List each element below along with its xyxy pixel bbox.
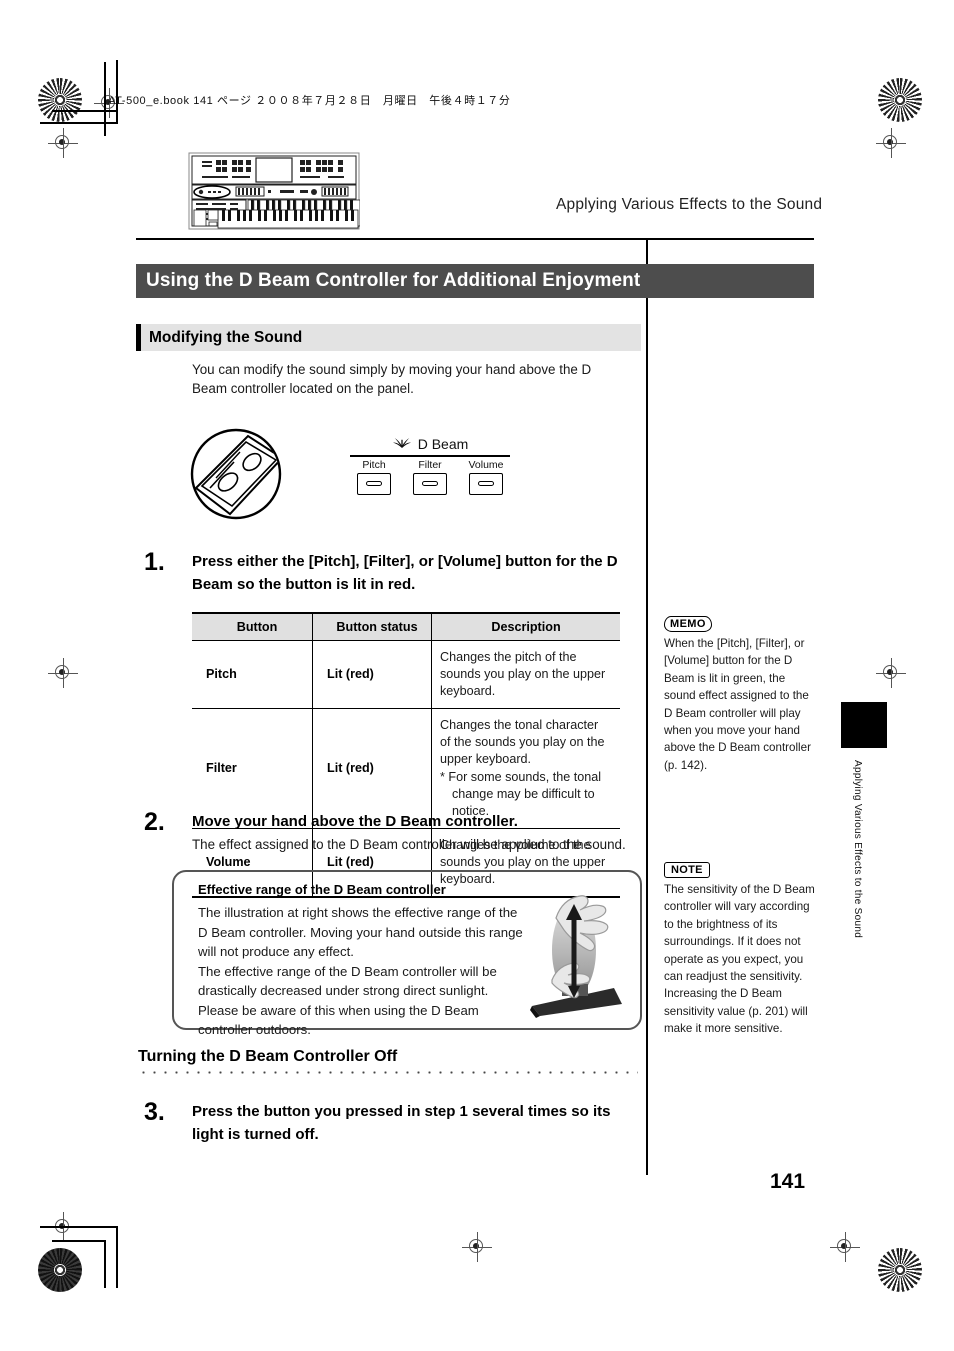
hand-over-dbeam-illustration	[522, 888, 630, 1020]
trim-line-top-left-v	[116, 60, 118, 122]
section-heading: Modifying the Sound	[149, 328, 303, 346]
memo-callout: MEMO When the [Pitch], [Filter], or [Vol…	[664, 614, 816, 774]
registration-mark-top-right	[876, 128, 906, 158]
registration-mark-middle-left	[48, 658, 78, 688]
table-cell-description-text: Changes the pitch of the sounds you play…	[440, 650, 606, 698]
dbeam-button-volume-icon[interactable]	[469, 472, 503, 495]
registration-mark-top-left-lower	[48, 128, 78, 158]
dbeam-button-volume[interactable]: Volume	[462, 459, 510, 495]
book-file-header: AT-500_e.book 141 ページ ２００８年７月２８日 月曜日 午後４…	[108, 95, 511, 107]
dbeam-panel: D Beam Pitch Filter Volume	[350, 436, 510, 495]
running-header: Applying Various Effects to the Sound	[556, 196, 823, 213]
column-divider	[646, 240, 648, 1175]
edge-thumb-tab-label: Applying Various Effects to the Sound	[852, 760, 863, 939]
print-star-target-bottom-right	[878, 1248, 922, 1292]
section-heading-band: Modifying the Sound	[136, 324, 641, 351]
header-rule	[136, 238, 814, 240]
registration-mark-bottom-center	[462, 1232, 492, 1262]
dbeam-figure: D Beam Pitch Filter Volume	[190, 428, 510, 528]
step-1-title: Press either the [Pitch], [Filter], or […	[192, 553, 618, 593]
dbeam-button-pitch-icon[interactable]	[357, 472, 391, 495]
trim-line-bottom-left-h2	[52, 1240, 106, 1242]
dbeam-logo-label: D Beam	[417, 436, 469, 452]
step-3-title: Press the button you pressed in step 1 s…	[192, 1103, 611, 1143]
subsection-heading: Turning the D Beam Controller Off	[138, 1048, 398, 1065]
step-1: 1. Press either the [Pitch], [Filter], o…	[144, 550, 634, 596]
print-star-target-bottom-left	[38, 1248, 82, 1292]
effective-range-title: Effective range of the D Beam controller	[198, 882, 446, 897]
note-callout: NOTE The sensitivity of the D Beam contr…	[664, 860, 816, 1038]
dbeam-button-pitch[interactable]: Pitch	[350, 459, 398, 495]
trim-line-bottom-left-h	[40, 1226, 118, 1228]
dbeam-logo-row: D Beam	[350, 436, 510, 452]
table-cell-description-text: Changes the tonal character of the sound…	[440, 718, 605, 766]
dbeam-button-filter-icon[interactable]	[413, 472, 447, 495]
dbeam-button-filter[interactable]: Filter	[406, 459, 454, 495]
dotted-rule	[138, 1071, 638, 1074]
note-text: The sensitivity of the D Beam controller…	[664, 883, 815, 1036]
print-star-target-top-left	[38, 78, 82, 122]
table-cell-button: Pitch	[192, 640, 313, 709]
trim-line-bottom-left-v2	[104, 1240, 106, 1288]
dbeam-rule	[350, 455, 510, 457]
registration-mark-middle-right	[876, 658, 906, 688]
step-2-title: Move your hand above the D Beam controll…	[192, 813, 518, 830]
step-1-number: 1.	[144, 548, 165, 576]
chapter-title-bar: Using the D Beam Controller for Addition…	[136, 264, 814, 298]
table-cell-status: Lit (red)	[312, 640, 432, 709]
keyboard-device-thumbnail-icon	[188, 152, 361, 230]
dbeam-button-volume-label: Volume	[468, 458, 504, 471]
memo-text: When the [Pitch], [Filter], or [Volume] …	[664, 637, 811, 772]
note-badge: NOTE	[664, 862, 710, 878]
trim-line-bottom-left-v	[116, 1228, 118, 1288]
step-2: 2. Move your hand above the D Beam contr…	[144, 810, 644, 855]
table-header-description: Description	[431, 613, 620, 641]
dbeam-magnifier-icon	[190, 428, 282, 520]
effective-range-box: Effective range of the D Beam controller…	[172, 870, 642, 1037]
table-row: Pitch Lit (red) Changes the pitch of the…	[192, 640, 620, 709]
table-header-status: Button status	[312, 613, 432, 641]
step-2-subtext: The effect assigned to the D Beam contro…	[192, 837, 626, 852]
step-2-number: 2.	[144, 808, 165, 836]
dbeam-wing-icon	[392, 436, 412, 452]
table-header-row: Button Button status Description	[192, 613, 620, 641]
effective-range-text: The illustration at right shows the effe…	[198, 905, 523, 1037]
button-status-table: Button Button status Description Pitch L…	[192, 612, 620, 898]
step-3-number: 3.	[144, 1098, 165, 1126]
edge-thumb-tab	[841, 702, 887, 748]
print-star-target-top-right	[878, 78, 922, 122]
chapter-title: Using the D Beam Controller for Addition…	[146, 270, 641, 291]
trim-line-top-left-v2	[104, 62, 106, 136]
trim-line-top-left-h	[52, 110, 118, 112]
table-header-button: Button	[192, 613, 313, 641]
section-intro-paragraph: You can modify the sound simply by movin…	[192, 362, 592, 396]
registration-mark-bottom-right	[830, 1232, 860, 1262]
dbeam-button-filter-label: Filter	[418, 458, 442, 471]
dbeam-button-pitch-label: Pitch	[362, 458, 386, 471]
memo-badge: MEMO	[664, 616, 712, 632]
trim-line-top-left-h2	[40, 122, 118, 124]
table-cell-description: Changes the pitch of the sounds you play…	[431, 640, 620, 709]
subsection-heading-block: Turning the D Beam Controller Off	[138, 1048, 638, 1074]
dbeam-button-group: Pitch Filter Volume	[350, 459, 510, 495]
step-3: 3. Press the button you pressed in step …	[144, 1100, 634, 1146]
page-number: 141	[770, 1170, 806, 1193]
